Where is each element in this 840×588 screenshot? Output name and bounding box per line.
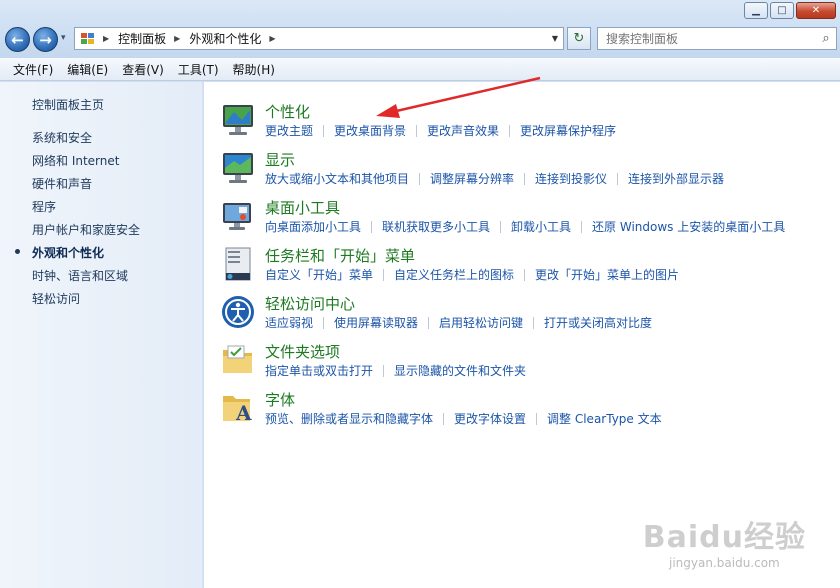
- sidebar-item-hardware-sound[interactable]: 硬件和声音: [32, 175, 92, 192]
- window-chrome: ▁ □ ✕ ← → ▾ ▶ 控制面板 ▶ 外观和个性化 ▶ ▼ ↻ ⌕: [0, 0, 840, 58]
- search-box[interactable]: ⌕: [597, 27, 837, 50]
- breadcrumb-separator-icon[interactable]: ▶: [103, 34, 109, 43]
- annotation-arrow-icon: [376, 76, 541, 118]
- recent-pages-dropdown[interactable]: ▾: [61, 33, 66, 43]
- link-change-theme[interactable]: 更改主题: [265, 122, 313, 139]
- back-button[interactable]: ←: [5, 27, 30, 52]
- link-restore-gadgets[interactable]: 还原 Windows 上安装的桌面小工具: [592, 218, 785, 235]
- search-icon[interactable]: ⌕: [816, 31, 836, 46]
- svg-text:A: A: [235, 401, 252, 425]
- maximize-button[interactable]: □: [770, 2, 794, 19]
- link-ease-of-access-keys[interactable]: 启用轻松访问键: [439, 314, 523, 331]
- watermark-url: jingyan.baidu.com: [669, 556, 780, 570]
- link-show-hidden-files[interactable]: 显示隐藏的文件和文件夹: [394, 362, 526, 379]
- refresh-button[interactable]: ↻: [567, 27, 591, 50]
- breadcrumb-appearance[interactable]: 外观和个性化: [189, 30, 261, 47]
- current-item-bullet-icon: [15, 249, 20, 254]
- search-input[interactable]: [598, 28, 816, 49]
- display-monitor-icon[interactable]: [220, 150, 256, 186]
- personalization-monitor-icon[interactable]: [220, 102, 256, 138]
- close-button[interactable]: ✕: [796, 2, 836, 19]
- menu-edit[interactable]: 编辑(E): [60, 61, 115, 78]
- breadcrumb-separator-icon[interactable]: ▶: [174, 34, 180, 43]
- link-get-more-gadgets[interactable]: 联机获取更多小工具: [382, 218, 490, 235]
- main-content: 个性化 更改主题 更改桌面背景 更改声音效果 更改屏幕保护程序 显示 放大或缩小…: [204, 82, 840, 588]
- watermark: Baidu经验 jingyan.baidu.com: [643, 512, 806, 570]
- sidebar-item-ease-of-access[interactable]: 轻松访问: [32, 290, 80, 307]
- link-adjust-cleartype[interactable]: 调整 ClearType 文本: [547, 410, 662, 427]
- link-preview-fonts[interactable]: 预览、删除或者显示和隐藏字体: [265, 410, 433, 427]
- category-desktop-gadgets: 桌面小工具 向桌面添加小工具 联机获取更多小工具 卸载小工具 还原 Window…: [220, 196, 830, 242]
- category-title[interactable]: 轻松访问中心: [265, 293, 355, 314]
- minimize-button[interactable]: ▁: [744, 2, 768, 19]
- link-screen-resolution[interactable]: 调整屏幕分辨率: [430, 170, 514, 187]
- link-customize-start-menu[interactable]: 自定义「开始」菜单: [265, 266, 373, 283]
- menu-tools[interactable]: 工具(T): [171, 61, 226, 78]
- ease-of-access-icon[interactable]: [220, 294, 256, 330]
- link-single-double-click[interactable]: 指定单击或双击打开: [265, 362, 373, 379]
- address-bar[interactable]: ▶ 控制面板 ▶ 外观和个性化 ▶ ▼: [74, 27, 564, 50]
- link-change-sounds[interactable]: 更改声音效果: [427, 122, 499, 139]
- desktop-gadgets-icon[interactable]: [220, 198, 256, 234]
- sidebar-item-network[interactable]: 网络和 Internet: [32, 152, 119, 169]
- category-title[interactable]: 个性化: [265, 101, 310, 122]
- category-folder-options: 文件夹选项 指定单击或双击打开 显示隐藏的文件和文件夹: [220, 340, 830, 386]
- sidebar-item-clock-language[interactable]: 时钟、语言和区域: [32, 267, 128, 284]
- link-high-contrast[interactable]: 打开或关闭高对比度: [544, 314, 652, 331]
- category-ease-of-access: 轻松访问中心 适应弱视 使用屏幕读取器 启用轻松访问键 打开或关闭高对比度: [220, 292, 830, 338]
- category-taskbar-start: 任务栏和「开始」菜单 自定义「开始」菜单 自定义任务栏上的图标 更改「开始」菜单…: [220, 244, 830, 290]
- sidebar-item-appearance: 外观和个性化: [32, 246, 105, 260]
- category-title[interactable]: 字体: [265, 389, 295, 410]
- category-title[interactable]: 文件夹选项: [265, 341, 340, 362]
- taskbar-start-menu-icon[interactable]: [220, 246, 256, 282]
- link-screen-reader[interactable]: 使用屏幕读取器: [334, 314, 418, 331]
- link-connect-projector[interactable]: 连接到投影仪: [535, 170, 607, 187]
- link-change-desktop-background[interactable]: 更改桌面背景: [334, 122, 406, 139]
- sidebar-item-user-accounts[interactable]: 用户帐户和家庭安全: [32, 221, 140, 238]
- menu-file[interactable]: 文件(F): [6, 61, 60, 78]
- control-panel-icon: [81, 32, 95, 45]
- breadcrumb-separator-icon[interactable]: ▶: [269, 34, 275, 43]
- folder-options-icon[interactable]: [220, 342, 256, 378]
- category-title[interactable]: 任务栏和「开始」菜单: [265, 245, 415, 266]
- link-connect-external-display[interactable]: 连接到外部显示器: [628, 170, 724, 187]
- link-add-gadgets[interactable]: 向桌面添加小工具: [265, 218, 361, 235]
- link-change-screen-saver[interactable]: 更改屏幕保护程序: [520, 122, 616, 139]
- link-change-start-picture[interactable]: 更改「开始」菜单上的图片: [535, 266, 679, 283]
- category-fonts: A 字体 预览、删除或者显示和隐藏字体 更改字体设置 调整 ClearType …: [220, 388, 830, 434]
- category-title[interactable]: 桌面小工具: [265, 197, 340, 218]
- fonts-folder-icon[interactable]: A: [220, 390, 256, 426]
- link-low-vision[interactable]: 适应弱视: [265, 314, 313, 331]
- sidebar-item-home[interactable]: 控制面板主页: [32, 96, 104, 113]
- sidebar-item-programs[interactable]: 程序: [32, 198, 56, 215]
- sidebar-item-system-security[interactable]: 系统和安全: [32, 129, 92, 146]
- chevron-down-icon[interactable]: ▼: [552, 34, 558, 43]
- menu-view[interactable]: 查看(V): [115, 61, 171, 78]
- breadcrumb-control-panel[interactable]: 控制面板: [118, 30, 166, 47]
- link-customize-taskbar-icons[interactable]: 自定义任务栏上的图标: [394, 266, 514, 283]
- category-title[interactable]: 显示: [265, 149, 295, 170]
- sidebar: 控制面板主页 系统和安全 网络和 Internet 硬件和声音 程序 用户帐户和…: [0, 82, 203, 588]
- link-text-size[interactable]: 放大或缩小文本和其他项目: [265, 170, 409, 187]
- forward-button[interactable]: →: [33, 27, 58, 52]
- window-controls: ▁ □ ✕: [744, 2, 836, 19]
- link-uninstall-gadget[interactable]: 卸载小工具: [511, 218, 571, 235]
- menu-help[interactable]: 帮助(H): [226, 61, 282, 78]
- category-display: 显示 放大或缩小文本和其他项目 调整屏幕分辨率 连接到投影仪 连接到外部显示器: [220, 148, 830, 194]
- watermark-logo: Baidu经验: [642, 520, 806, 555]
- link-font-settings[interactable]: 更改字体设置: [454, 410, 526, 427]
